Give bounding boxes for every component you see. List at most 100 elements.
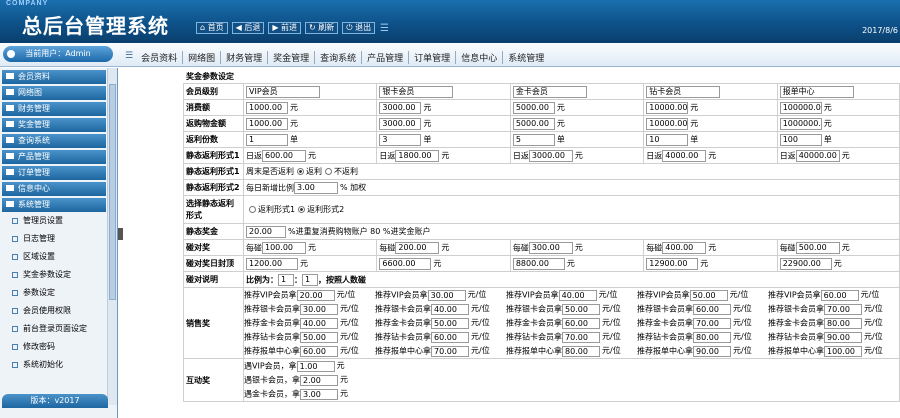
collapse-handle[interactable] [118, 228, 123, 240]
logout-button[interactable]: ⏻ 退出 [342, 22, 376, 34]
form2-radio[interactable] [298, 206, 306, 213]
level-input[interactable]: VIP会员 [246, 85, 320, 98]
home-button[interactable]: ⌂ 首页 [196, 22, 228, 34]
sidebar-item-order[interactable]: 订单管理 [2, 166, 106, 180]
repurchase-input[interactable]: 10000.00 [646, 117, 689, 130]
sidebar-item-system[interactable]: 系统管理 [2, 198, 106, 212]
sidebar-item-bonus[interactable]: 奖金管理 [2, 118, 106, 132]
daily-ratio-input[interactable]: 3.00 [294, 181, 338, 194]
weekend-return-radio[interactable] [297, 168, 304, 175]
sales-input[interactable]: 50.00 [300, 331, 338, 343]
subitem-params[interactable]: 参数设定 [0, 284, 106, 302]
mutual-input[interactable]: 3.00 [300, 388, 338, 400]
sales-input[interactable]: 50.00 [562, 303, 600, 315]
pair-cap-input[interactable]: 12900.00 [646, 257, 699, 270]
sidebar-scrollbar[interactable] [107, 68, 117, 405]
level-input[interactable]: 银卡会员 [379, 85, 454, 98]
tab-finance[interactable]: 财务管理 [221, 51, 269, 64]
sales-input[interactable]: 20.00 [296, 289, 335, 301]
tab-order[interactable]: 订单管理 [409, 51, 457, 64]
sales-input[interactable]: 60.00 [431, 331, 469, 343]
tab-info[interactable]: 信息中心 [456, 51, 504, 64]
consume-input[interactable]: 10000.00 [646, 101, 689, 114]
sidebar-item-network[interactable]: 网络图 [2, 86, 106, 100]
consume-input[interactable]: 1000.00 [246, 101, 288, 114]
forward-button[interactable]: ▶ 前进 [268, 22, 302, 34]
repurchase-input[interactable]: 5000.00 [512, 117, 555, 130]
subitem-init[interactable]: 系统初始化 [0, 356, 106, 374]
sales-input[interactable]: 40.00 [300, 317, 338, 329]
shares-input[interactable]: 3 [379, 133, 422, 146]
pair-cap-input[interactable]: 8800.00 [512, 257, 565, 270]
sales-input[interactable]: 30.00 [427, 289, 466, 301]
sales-input[interactable]: 40.00 [431, 303, 469, 315]
daily-return-input[interactable]: 3000.00 [528, 149, 573, 162]
pair-input[interactable]: 300.00 [528, 241, 573, 254]
subitem-permissions[interactable]: 会员使用权限 [0, 302, 106, 320]
pair-cap-input[interactable]: 6600.00 [379, 257, 432, 270]
sales-input[interactable]: 80.00 [562, 345, 600, 357]
daily-return-input[interactable]: 40000.00 [795, 149, 840, 162]
level-input[interactable]: 金卡会员 [512, 85, 587, 98]
daily-return-input[interactable]: 4000.00 [662, 149, 707, 162]
weekend-no-return-radio[interactable] [325, 168, 332, 175]
shares-input[interactable]: 10 [646, 133, 689, 146]
sales-input[interactable]: 60.00 [820, 289, 859, 301]
subitem-login-page[interactable]: 前台登录页面设定 [0, 320, 106, 338]
refresh-button[interactable]: ↻ 刷新 [305, 22, 339, 34]
subitem-password[interactable]: 修改密码 [0, 338, 106, 356]
subitem-admin[interactable]: 管理员设置 [0, 212, 106, 230]
sidebar-item-member[interactable]: 会员资料 [2, 70, 106, 84]
subitem-log[interactable]: 日志管理 [0, 230, 106, 248]
subitem-bonus-params[interactable]: 奖金参数设定 [0, 266, 106, 284]
tab-system[interactable]: 系统管理 [503, 51, 549, 64]
tab-product[interactable]: 产品管理 [362, 51, 410, 64]
pair-input[interactable]: 200.00 [395, 241, 440, 254]
daily-return-input[interactable]: 600.00 [262, 149, 306, 162]
pair-cap-input[interactable]: 1200.00 [246, 257, 298, 270]
sales-input[interactable]: 70.00 [431, 345, 469, 357]
sidebar-item-product[interactable]: 产品管理 [2, 150, 106, 164]
shares-input[interactable]: 1 [246, 133, 288, 146]
static-bonus-input[interactable]: 20.00 [246, 225, 286, 238]
sales-input[interactable]: 60.00 [300, 345, 338, 357]
pair-cap-input[interactable]: 22900.00 [779, 257, 832, 270]
consume-input[interactable]: 5000.00 [512, 101, 555, 114]
sales-input[interactable]: 90.00 [824, 331, 862, 343]
shares-input[interactable]: 5 [512, 133, 555, 146]
tab-query[interactable]: 查询系统 [315, 51, 363, 64]
sales-input[interactable]: 50.00 [431, 317, 469, 329]
repurchase-input[interactable]: 3000.00 [379, 117, 422, 130]
sales-input[interactable]: 60.00 [693, 303, 731, 315]
ratio-left-input[interactable]: 1 [278, 273, 294, 286]
mutual-input[interactable]: 2.00 [300, 374, 338, 386]
sales-input[interactable]: 40.00 [558, 289, 597, 301]
form1-radio[interactable] [249, 206, 256, 213]
sidebar-item-finance[interactable]: 财务管理 [2, 102, 106, 116]
sales-input[interactable]: 70.00 [562, 331, 600, 343]
sales-input[interactable]: 80.00 [693, 331, 731, 343]
subitem-region[interactable]: 区域设置 [0, 248, 106, 266]
level-input[interactable]: 报单中心 [779, 85, 854, 98]
repurchase-input[interactable]: 1000.00 [246, 117, 288, 130]
consume-input[interactable]: 100000.00 [779, 101, 822, 114]
pair-input[interactable]: 100.00 [262, 241, 306, 254]
sales-input[interactable]: 80.00 [824, 317, 862, 329]
sales-input[interactable]: 70.00 [824, 303, 862, 315]
shares-input[interactable]: 100 [779, 133, 822, 146]
back-button[interactable]: ◀ 后退 [231, 22, 265, 34]
consume-input[interactable]: 3000.00 [379, 101, 422, 114]
repurchase-input[interactable]: 1000000.00 [779, 117, 822, 130]
pair-input[interactable]: 400.00 [662, 241, 707, 254]
sidebar-item-info[interactable]: 信息中心 [2, 182, 106, 196]
sales-input[interactable]: 90.00 [693, 345, 731, 357]
mutual-input[interactable]: 1.00 [296, 360, 335, 372]
sales-input[interactable]: 50.00 [689, 289, 728, 301]
sales-input[interactable]: 60.00 [562, 317, 600, 329]
scrollbar-thumb[interactable] [109, 84, 116, 300]
sidebar-item-query[interactable]: 查询系统 [2, 134, 106, 148]
sales-input[interactable]: 100.00 [824, 345, 862, 357]
daily-return-input[interactable]: 1800.00 [395, 149, 440, 162]
level-input[interactable]: 钻卡会员 [646, 85, 721, 98]
pair-input[interactable]: 500.00 [795, 241, 840, 254]
